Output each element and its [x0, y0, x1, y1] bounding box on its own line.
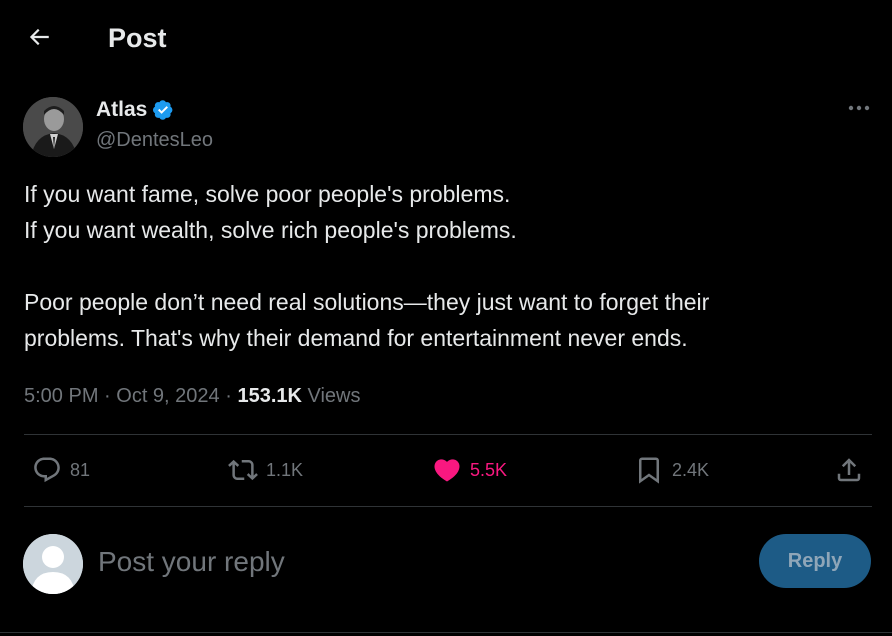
share-icon	[834, 455, 864, 485]
tweet-date[interactable]: Oct 9, 2024	[116, 385, 219, 407]
tweet-line: If you want fame, solve poor people's pr…	[24, 181, 511, 207]
divider	[24, 434, 872, 435]
heart-filled-icon	[432, 455, 462, 485]
repost-icon	[228, 455, 258, 485]
verified-badge-icon[interactable]	[152, 99, 174, 121]
author-avatar[interactable]	[23, 97, 83, 157]
tweet-meta: 5:00 PM · Oct 9, 2024 · 153.1K Views	[24, 382, 361, 410]
tweet-time[interactable]: 5:00 PM	[24, 385, 98, 407]
tweet-text: If you want fame, solve poor people's pr…	[24, 176, 864, 356]
bookmark-action-button[interactable]: 2.4K	[634, 452, 709, 488]
tweet-line: problems. That's why their demand for en…	[24, 325, 688, 351]
arrow-left-icon	[26, 24, 52, 55]
meta-separator: ·	[98, 385, 117, 407]
comment-icon	[32, 455, 62, 485]
views-label: Views	[301, 385, 361, 407]
current-user-avatar	[23, 534, 83, 594]
reply-action-button[interactable]: 81	[32, 452, 90, 488]
back-button[interactable]	[22, 22, 56, 56]
tweet-line: Poor people don’t need real solutions—th…	[24, 289, 710, 315]
post-page: Post Atlas @DentesLeo If you want fame, …	[0, 0, 892, 636]
more-options-button[interactable]	[844, 96, 874, 120]
page-title: Post	[108, 23, 167, 53]
like-action-button[interactable]: 5.5K	[432, 452, 507, 488]
reply-button[interactable]: Reply	[759, 534, 871, 588]
bookmark-icon	[634, 455, 664, 485]
author-name[interactable]: Atlas	[96, 96, 147, 124]
share-action-button[interactable]	[834, 452, 864, 488]
bookmark-count: 2.4K	[672, 459, 710, 480]
action-bar: 81 1.1K 5.5K 2.4K	[0, 440, 892, 504]
repost-action-button[interactable]: 1.1K	[228, 452, 303, 488]
meta-separator: ·	[219, 385, 238, 407]
divider	[0, 632, 892, 633]
like-count: 5.5K	[470, 459, 508, 480]
tweet-line: If you want wealth, solve rich people's …	[24, 217, 517, 243]
more-horizontal-icon	[847, 99, 871, 117]
reply-count: 81	[70, 459, 91, 480]
author-handle[interactable]: @DentesLeo	[96, 127, 213, 153]
reply-input[interactable]	[98, 540, 718, 584]
repost-count: 1.1K	[266, 459, 304, 480]
views-count: 153.1K	[237, 385, 302, 407]
author-name-row: Atlas	[96, 96, 174, 124]
header: Post	[0, 0, 892, 76]
divider	[24, 506, 872, 507]
